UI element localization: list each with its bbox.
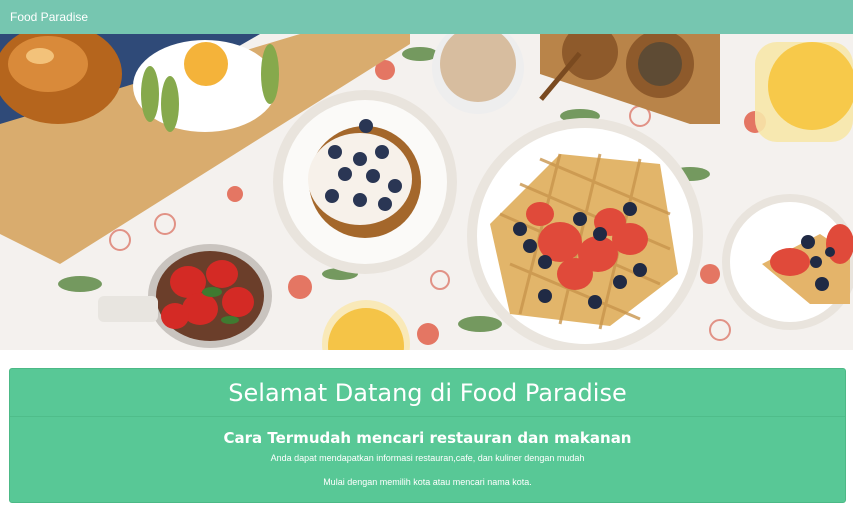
jumbotron: Selamat Datang di Food Paradise Cara Ter… <box>9 368 846 503</box>
jumbotron-subtitle: Cara Termudah mencari restauran dan maka… <box>223 429 632 447</box>
jumbotron-header: Selamat Datang di Food Paradise <box>10 369 845 417</box>
navbar: Food Paradise <box>0 0 853 34</box>
jumbotron-body: Cara Termudah mencari restauran dan maka… <box>10 429 845 487</box>
jumbotron-instruction: Mulai dengan memilih kota atau mencari n… <box>323 477 532 487</box>
jumbotron-description: Anda dapat mendapatkan informasi restaur… <box>270 453 585 463</box>
page-title: Selamat Datang di Food Paradise <box>228 378 627 407</box>
hero-image <box>0 34 853 350</box>
navbar-brand[interactable]: Food Paradise <box>10 10 88 24</box>
